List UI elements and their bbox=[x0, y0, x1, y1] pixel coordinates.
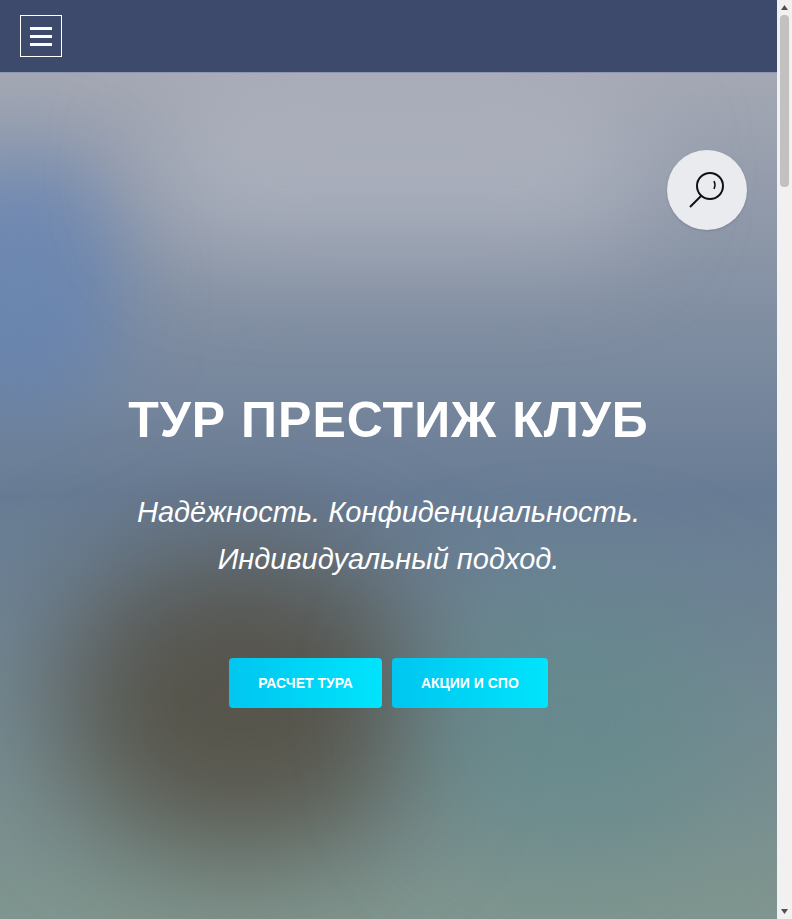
hero-title: ТУР ПРЕСТИЖ КЛУБ bbox=[120, 390, 657, 450]
top-bar bbox=[0, 0, 777, 73]
tour-calc-button[interactable]: РАСЧЕТ ТУРА bbox=[229, 658, 382, 708]
promo-button[interactable]: АКЦИИ И СПО bbox=[392, 658, 548, 708]
hero-subtitle: Надёжность. Конфиденциальность.Индивидуа… bbox=[137, 489, 640, 583]
subtitle-line: Надёжность. Конфиденциальность. bbox=[137, 489, 640, 536]
scroll-up-icon[interactable] bbox=[781, 0, 788, 15]
background-blob bbox=[150, 93, 650, 253]
page: ТУР ПРЕСТИЖ КЛУБ Надёжность. Конфиденциал… bbox=[0, 0, 777, 919]
magnifier-icon bbox=[685, 168, 729, 212]
scroll-down-icon[interactable] bbox=[781, 904, 788, 919]
menu-icon bbox=[30, 27, 52, 30]
background-blob bbox=[0, 153, 120, 413]
menu-button[interactable] bbox=[20, 15, 62, 57]
scroll-thumb[interactable] bbox=[780, 15, 789, 187]
hero-buttons: РАСЧЕТ ТУРААКЦИИ И СПО bbox=[229, 658, 548, 708]
hero: ТУР ПРЕСТИЖ КЛУБ Надёжность. Конфиденциал… bbox=[0, 73, 777, 919]
menu-icon-bar bbox=[30, 35, 52, 38]
subtitle-line: Индивидуальный подход. bbox=[218, 536, 560, 583]
search-button[interactable] bbox=[667, 150, 747, 230]
hero-content: ТУР ПРЕСТИЖ КЛУБ Надёжность. Конфиденциал… bbox=[0, 73, 777, 708]
background-blob bbox=[420, 593, 720, 853]
menu-icon-bar bbox=[30, 43, 52, 46]
scrollbar[interactable] bbox=[777, 0, 792, 919]
